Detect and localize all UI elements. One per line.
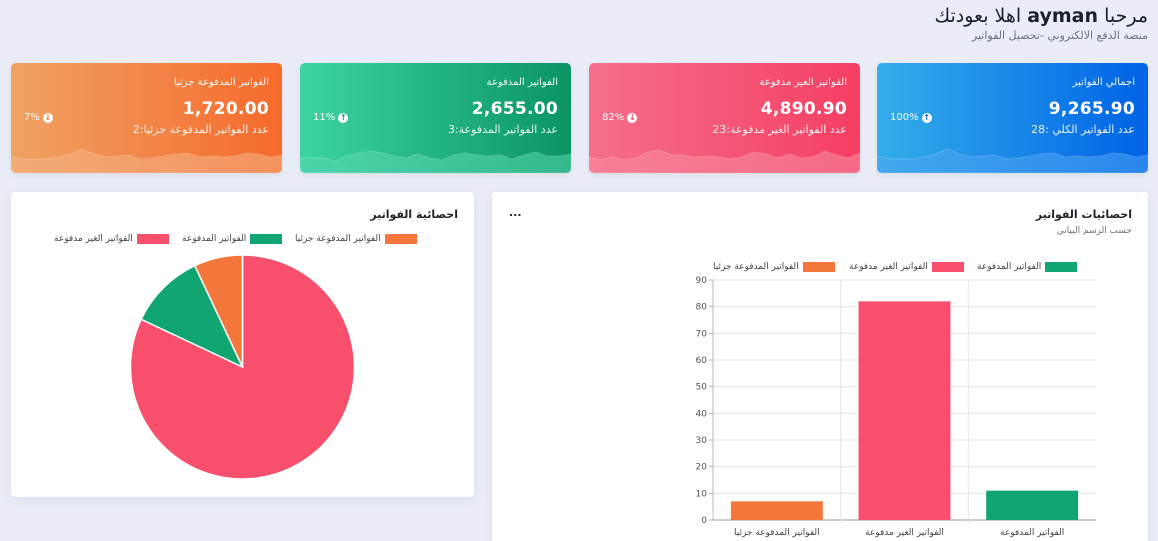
- arrow-down-icon: ↓: [42, 112, 53, 123]
- arrow-down-icon: ↓: [627, 112, 638, 123]
- greeting-text: مرحبا: [1104, 5, 1148, 27]
- welcome-header: مرحبا ayman اهلا بعودتك منصة الدفع الالك…: [934, 4, 1148, 43]
- bar-chart: 0 10 20 30 40 50 60 70 80 90 الفواتير المدفوعة جزئ…: [696, 276, 1096, 538]
- bar[interactable]: [986, 490, 1079, 520]
- card-count: عدد الفواتير الكلي :28: [1031, 123, 1135, 136]
- page-subtitle: منصة الدفع الالكتروني -تحصيل الفواتير: [971, 29, 1148, 42]
- sparkline-area: [589, 149, 860, 173]
- bar[interactable]: [858, 301, 951, 520]
- y-tick-label: 50: [696, 383, 708, 393]
- invoice-distribution-panel: احصائية الفواتير الفواتير الغير مدفوعة ا…: [11, 192, 474, 497]
- y-tick-label: 0: [701, 516, 707, 526]
- y-tick-label: 80: [696, 303, 708, 313]
- sparkline: [877, 148, 1148, 173]
- card-amount: 4,890.90: [760, 99, 847, 119]
- card-percent-value: 11%: [313, 112, 336, 123]
- x-tick-label: الفواتير الغير مدفوعة: [865, 528, 944, 538]
- welcome-back-text: اهلا بعودتك: [934, 5, 1022, 27]
- sparkline: [11, 148, 282, 173]
- card-percent: 82% ↓: [602, 112, 638, 123]
- unpaid-invoices-card[interactable]: الفواتير الغير مدفوعة 4,890.90 عدد الفوا…: [589, 63, 860, 173]
- y-tick-label: 20: [696, 463, 708, 473]
- total-invoices-card[interactable]: اجمالي الفواتير 9,265.90 عدد الفواتير ال…: [877, 63, 1148, 173]
- arrow-up-icon: ↑: [921, 112, 932, 123]
- page-title: مرحبا ayman اهلا بعودتك: [934, 4, 1148, 28]
- pie-chart: [129, 254, 356, 480]
- partially-paid-invoices-card[interactable]: الفواتير المدفوعة جزئيا 1,720.00 عدد الف…: [11, 63, 282, 173]
- x-tick-label: الفواتير المدفوعة جزئيا: [734, 528, 820, 538]
- card-count: عدد الفواتير الغير مدفوعة:23: [712, 123, 847, 136]
- card-title: الفواتير المدفوعة: [486, 77, 558, 88]
- card-amount: 1,720.00: [182, 99, 269, 119]
- bar[interactable]: [730, 501, 823, 520]
- card-percent: 100% ↑: [890, 112, 932, 123]
- card-percent-value: 7%: [24, 112, 40, 123]
- card-title: اجمالي الفواتير: [1072, 77, 1136, 88]
- card-count: عدد الفواتير المدفوعة جزئيا:2: [132, 123, 269, 136]
- paid-invoices-card[interactable]: الفواتير المدفوعة 2,655.00 عدد الفواتير …: [300, 63, 571, 173]
- card-title: الفواتير الغير مدفوعة: [759, 77, 847, 88]
- y-tick-label: 30: [696, 436, 708, 446]
- card-percent-value: 82%: [602, 112, 625, 123]
- sparkline-area: [300, 150, 571, 173]
- y-tick-label: 40: [696, 409, 708, 419]
- card-title: الفواتير المدفوعة جزئيا: [173, 77, 269, 88]
- y-tick-label: 60: [696, 356, 708, 366]
- card-amount: 2,655.00: [471, 99, 558, 119]
- sparkline-area: [11, 148, 282, 173]
- y-tick-label: 70: [696, 329, 708, 339]
- username: ayman: [1027, 5, 1099, 27]
- y-tick-label: 90: [696, 276, 708, 286]
- invoice-statistics-panel: احصائيات الفواتير حسب الرسم البياني ... …: [492, 192, 1148, 541]
- card-percent: 7% ↓: [24, 112, 53, 123]
- sparkline-area: [877, 148, 1148, 173]
- x-tick-label: الفواتير المدفوعة: [1000, 528, 1064, 538]
- sparkline: [300, 150, 571, 173]
- y-tick-label: 10: [696, 489, 708, 499]
- card-count: عدد الفواتير المدفوعة:3: [447, 123, 558, 136]
- card-percent: 11% ↑: [313, 112, 349, 123]
- arrow-up-icon: ↑: [338, 112, 349, 123]
- sparkline: [589, 149, 860, 173]
- card-percent-value: 100%: [890, 112, 919, 123]
- card-amount: 9,265.90: [1048, 99, 1135, 119]
